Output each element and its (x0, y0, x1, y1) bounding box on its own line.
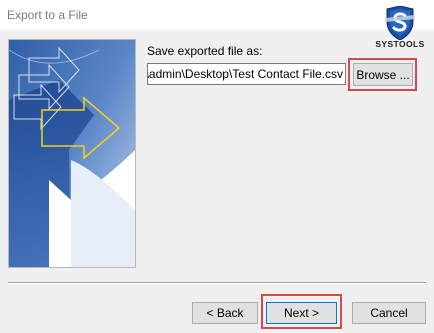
banner-graphic (9, 40, 135, 267)
save-as-label: Save exported file as: (147, 44, 263, 58)
next-highlight (261, 294, 342, 329)
export-dialog: Export to a File SYSTOOLS Save exported … (0, 0, 434, 333)
browse-highlight (348, 58, 417, 91)
footer-separator (8, 282, 426, 284)
back-button[interactable]: < Back (192, 302, 258, 324)
systools-shield-icon (385, 6, 415, 40)
systools-logo: SYSTOOLS (369, 6, 431, 50)
wizard-banner-image (8, 39, 136, 268)
cancel-button[interactable]: Cancel (352, 302, 426, 324)
window-title: Export to a File (7, 8, 88, 22)
logo-text: SYSTOOLS (375, 39, 425, 49)
file-path-input[interactable]: :\admin\Desktop\Test Contact File.csv (147, 63, 346, 85)
